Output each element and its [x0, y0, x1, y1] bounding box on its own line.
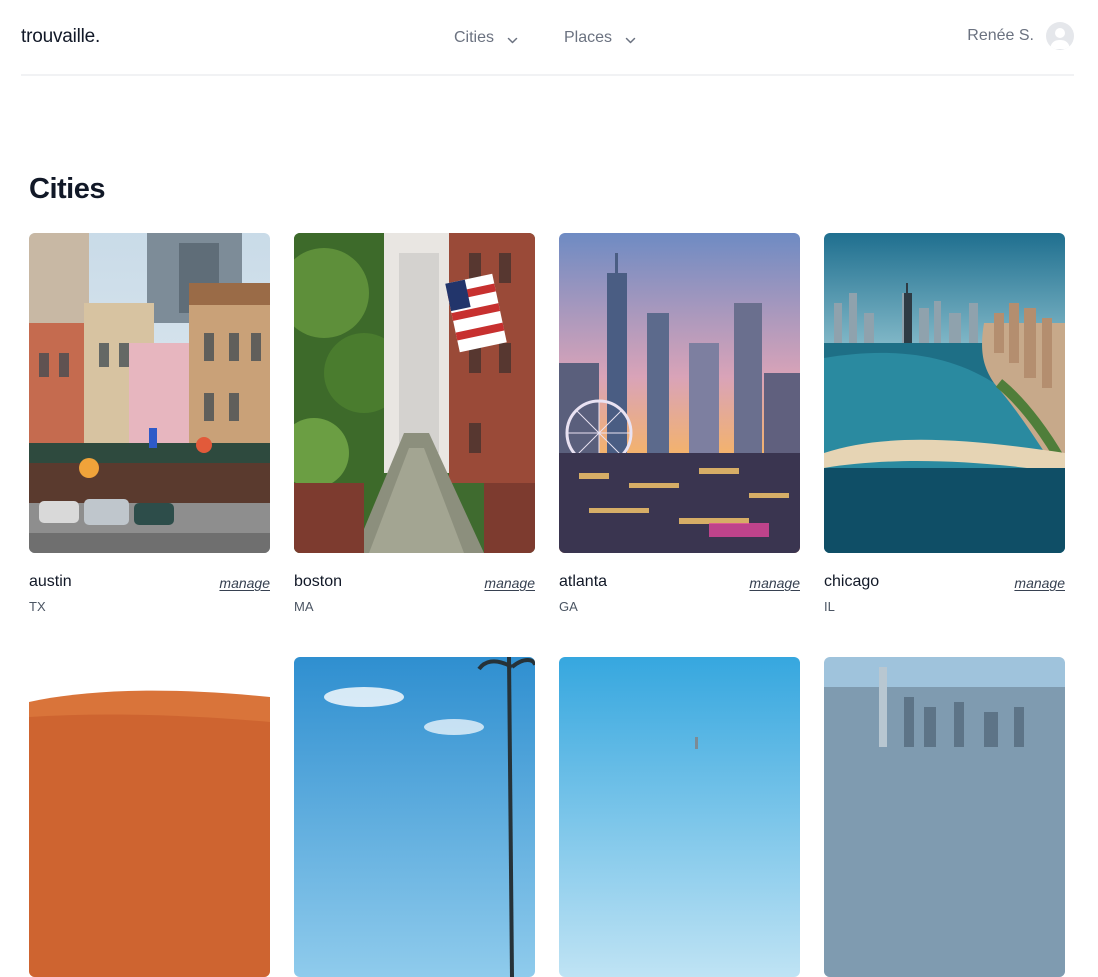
city-image-chicago[interactable]: [824, 233, 1065, 553]
city-image-boston[interactable]: [294, 233, 535, 553]
manage-link[interactable]: manage: [749, 575, 800, 591]
city-image[interactable]: [29, 657, 270, 977]
city-state: GA: [559, 599, 578, 614]
city-image-austin[interactable]: [29, 233, 270, 553]
city-image[interactable]: [559, 657, 800, 977]
city-card-chicago[interactable]: chicago manage IL: [824, 233, 1065, 614]
user-avatar-icon[interactable]: [1046, 22, 1074, 50]
manage-link[interactable]: manage: [219, 575, 270, 591]
user-menu[interactable]: Renée S.: [967, 22, 1074, 50]
logo[interactable]: trouvaille.: [21, 26, 100, 48]
city-card[interactable]: [824, 657, 1065, 977]
city-name[interactable]: austin: [29, 573, 72, 591]
page-title: Cities: [29, 173, 105, 205]
city-name[interactable]: atlanta: [559, 573, 607, 591]
city-card-boston[interactable]: boston manage MA: [294, 233, 535, 614]
city-state: TX: [29, 599, 46, 614]
manage-link[interactable]: manage: [484, 575, 535, 591]
city-card[interactable]: [294, 657, 535, 977]
top-nav-bar: trouvaille. Cities Places Renée S.: [21, 0, 1074, 76]
nav-cities-label: Cities: [454, 29, 495, 46]
city-image[interactable]: [294, 657, 535, 977]
city-state: MA: [294, 599, 314, 614]
nav-places-label: Places: [564, 29, 613, 46]
city-grid: austin manage TX boston manage MA atlant…: [29, 233, 1065, 977]
nav-places-dropdown[interactable]: Places: [564, 27, 636, 49]
chevron-down-icon: [625, 33, 636, 44]
city-card[interactable]: [29, 657, 270, 977]
city-name[interactable]: boston: [294, 573, 342, 591]
city-image-atlanta[interactable]: [559, 233, 800, 553]
manage-link[interactable]: manage: [1014, 575, 1065, 591]
city-image[interactable]: [824, 657, 1065, 977]
city-state: IL: [824, 599, 835, 614]
chevron-down-icon: [507, 33, 518, 44]
city-card-atlanta[interactable]: atlanta manage GA: [559, 233, 800, 614]
user-name: Renée S.: [967, 27, 1034, 44]
city-card-austin[interactable]: austin manage TX: [29, 233, 270, 614]
city-name[interactable]: chicago: [824, 573, 879, 591]
city-card[interactable]: [559, 657, 800, 977]
nav-cities-dropdown[interactable]: Cities: [454, 27, 518, 49]
